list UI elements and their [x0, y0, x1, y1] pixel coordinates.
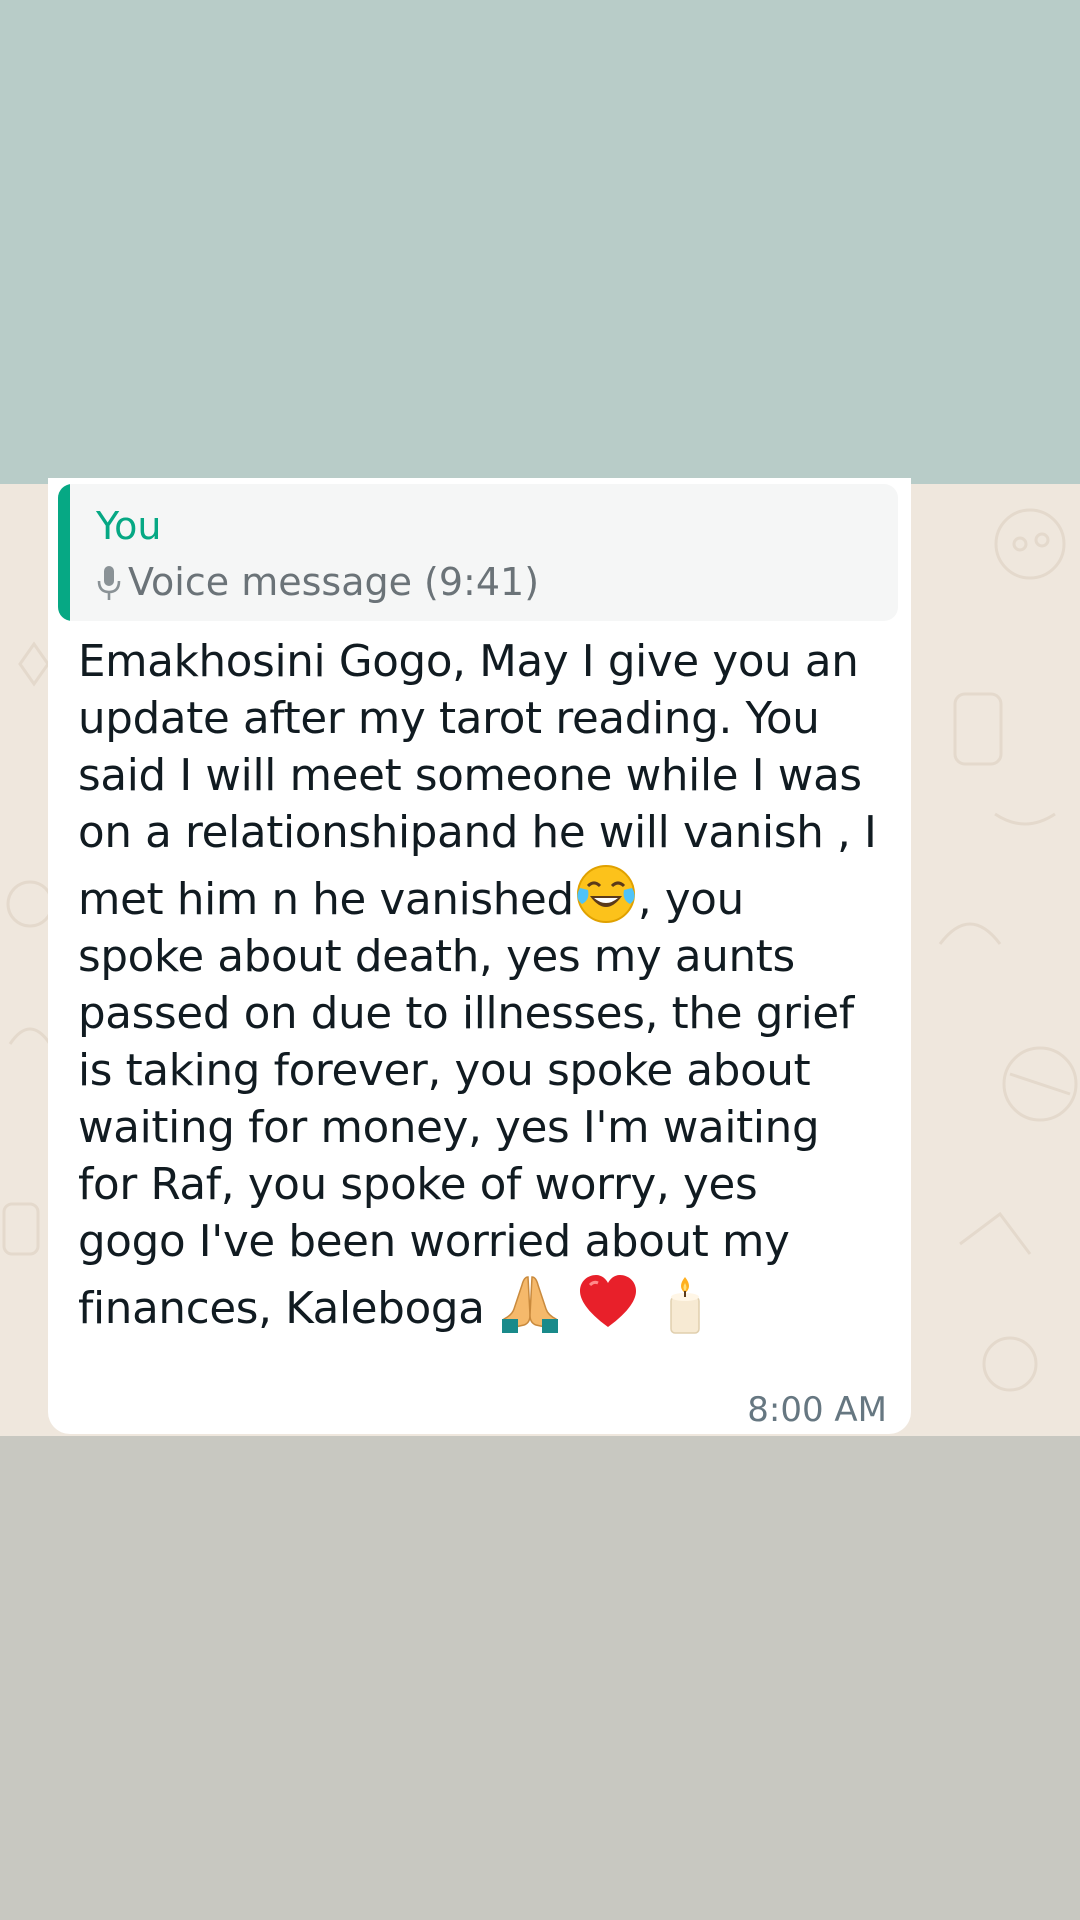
quote-label: Voice message (9:41) [128, 560, 540, 604]
top-background [0, 0, 1080, 484]
microphone-icon [96, 563, 122, 603]
message-line: gogo I've been worried about my [78, 1217, 790, 1267]
message-line: finances, Kaleboga [78, 1284, 499, 1334]
message-line: passed on due to illnesses, the grief [78, 989, 854, 1039]
screenshot: You Voice message (9:41) Emakhosini Gogo… [0, 0, 1080, 1920]
message-line: update after my tarot reading. You [78, 694, 820, 744]
bottom-background [0, 1436, 1080, 1920]
quote-voice-message: Voice message (9:41) [96, 560, 539, 606]
message-text: Emakhosini Gogo, May I give you an updat… [78, 634, 938, 1338]
message-line: , you [637, 875, 744, 925]
quote-accent-bar [58, 484, 70, 621]
message-bubble[interactable]: You Voice message (9:41) Emakhosini Gogo… [48, 478, 911, 1434]
message-line: on a relationshipand he will vanish , I [78, 808, 877, 858]
message-line: said I will meet someone while I was [78, 751, 862, 801]
message-line: met him n he vanished [78, 875, 574, 925]
message-line: for Raf, you spoke of worry, yes [78, 1160, 758, 1210]
message-timestamp: 8:00 AM [747, 1390, 887, 1430]
folded-hands-icon [498, 1271, 562, 1335]
message-line: Emakhosini Gogo, May I give you an [78, 637, 859, 687]
quote-author: You [96, 504, 162, 548]
red-heart-icon [576, 1271, 640, 1335]
face-with-tears-of-joy-icon [574, 862, 638, 926]
message-line: waiting for money, yes I'm waiting [78, 1103, 820, 1153]
message-line: is taking forever, you spoke about [78, 1046, 811, 1096]
message-line: spoke about death, yes my aunts [78, 932, 795, 982]
reply-quote[interactable]: You Voice message (9:41) [58, 484, 898, 621]
candle-icon [653, 1271, 717, 1335]
